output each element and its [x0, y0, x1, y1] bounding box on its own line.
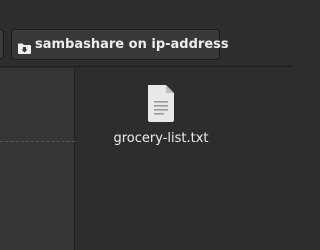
file-name: grocery-list.txt [113, 131, 209, 146]
path-bar-label: sambashare on ip-address [35, 37, 229, 52]
sidebar [0, 68, 75, 250]
text-file-icon [144, 83, 178, 123]
file-view: grocery-list.txt [76, 68, 292, 250]
previous-path-button[interactable] [0, 29, 4, 59]
path-bar-button-sambashare[interactable]: sambashare on ip-address [11, 29, 229, 60]
sidebar-divider [0, 141, 75, 142]
network-folder-icon [18, 39, 31, 54]
file-item-grocery-list[interactable]: grocery-list.txt [106, 83, 216, 153]
header-bar: sambashare on ip-address [0, 0, 292, 67]
